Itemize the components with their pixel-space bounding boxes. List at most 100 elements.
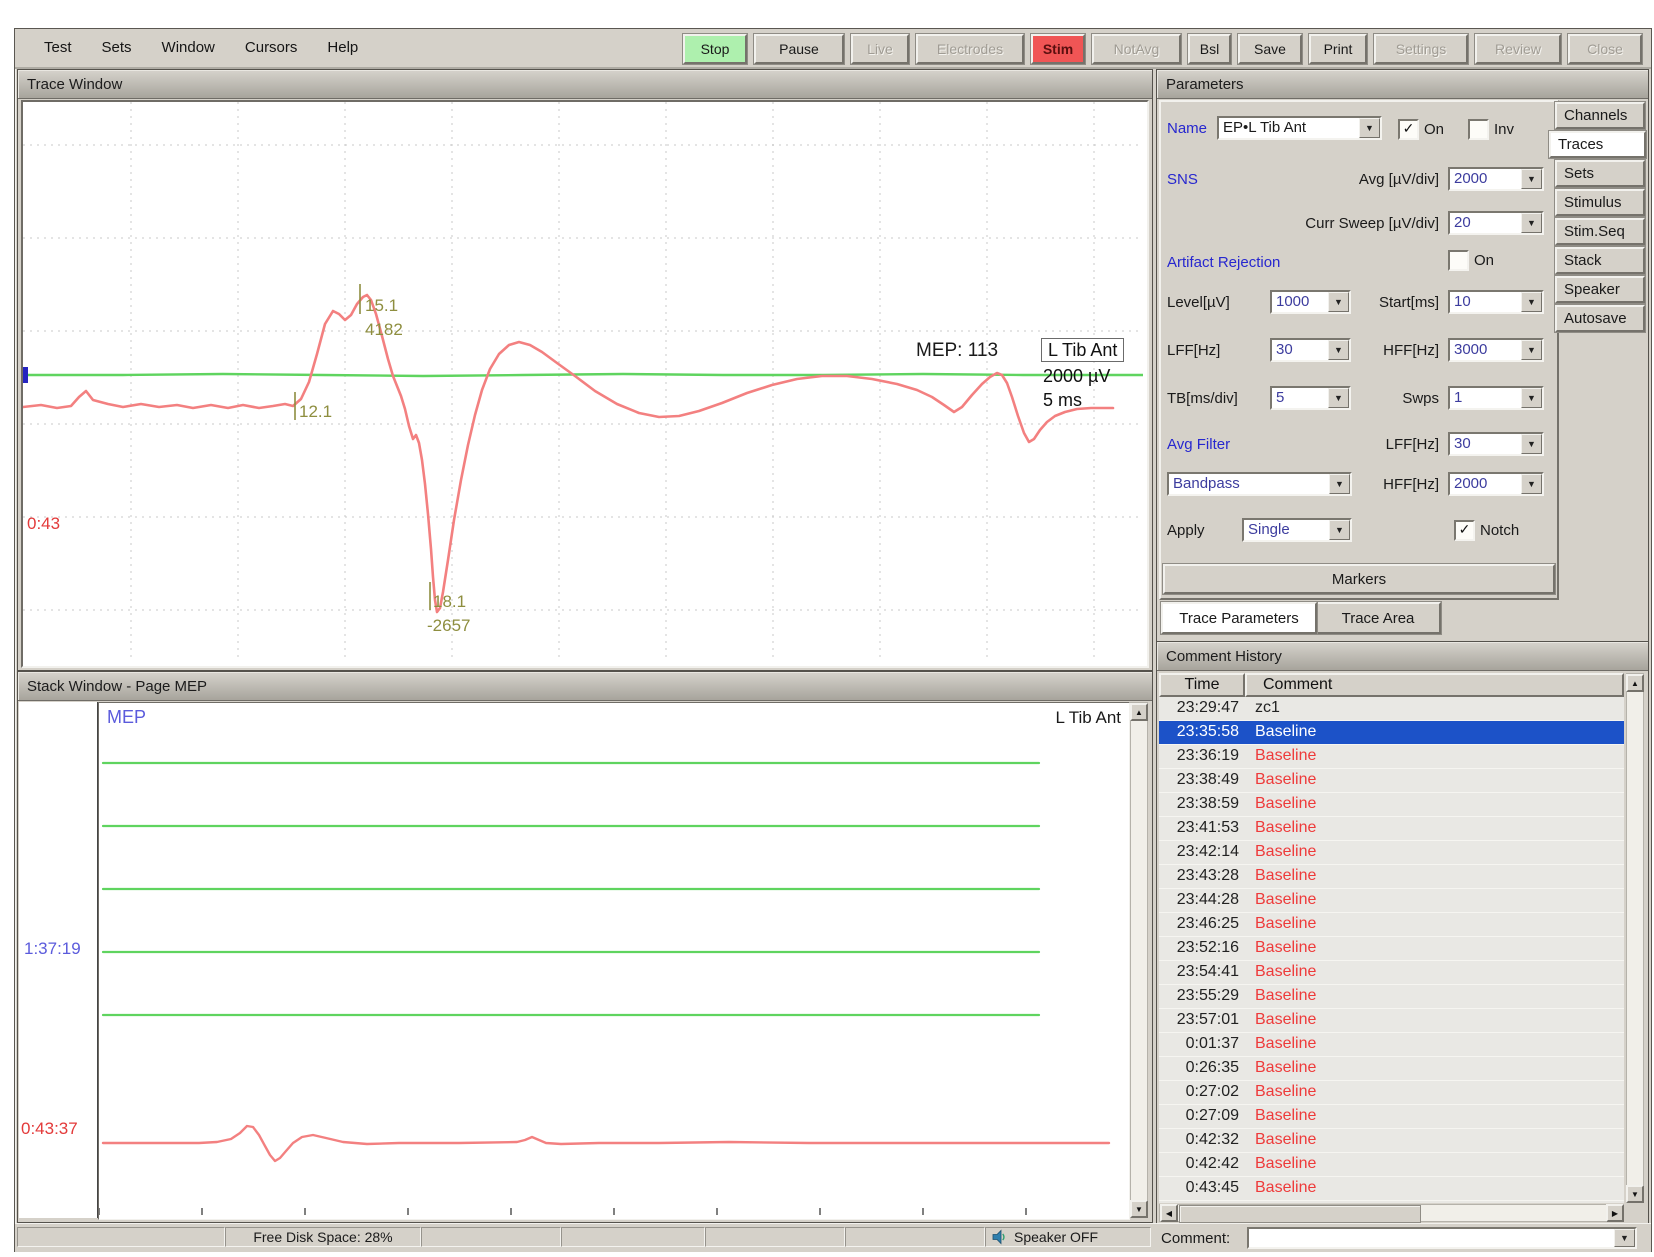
marker2-latency-label[interactable]: 15.1 [365,296,398,316]
parameters-titlebar[interactable]: Parameters [1157,70,1648,99]
markers-button[interactable]: Markers [1163,564,1555,594]
level-select[interactable]: 1000 ▼ [1270,290,1351,314]
tab-speaker[interactable]: Speaker [1555,276,1645,303]
comment-vertical-scrollbar[interactable]: ▲ ▼ [1626,673,1644,1203]
bsl-button[interactable]: Bsl [1188,34,1231,64]
dropdown-arrow-icon[interactable]: ▼ [1521,340,1542,360]
tab-trace-area[interactable]: Trace Area [1315,602,1441,634]
comment-row[interactable]: 23:38:49Baseline [1159,769,1624,793]
pause-button[interactable]: Pause [754,34,844,64]
comment-history-titlebar[interactable]: Comment History [1157,642,1648,671]
tab-sets[interactable]: Sets [1555,160,1645,187]
comment-row[interactable]: 0:42:32Baseline [1159,1129,1624,1153]
menu-cursors[interactable]: Cursors [230,29,313,56]
start-select[interactable]: 10 ▼ [1448,290,1544,314]
trace-window-titlebar[interactable]: Trace Window [18,70,1152,99]
timebase-select[interactable]: 5 ▼ [1270,386,1351,410]
dropdown-arrow-icon[interactable]: ▼ [1359,118,1380,138]
channel-name-select[interactable]: EP•L Tib Ant ▼ [1217,116,1382,140]
comment-row[interactable]: 0:26:35Baseline [1159,1057,1624,1081]
sweeps-label: Swps [1368,390,1439,407]
comment-row[interactable]: 23:42:14Baseline [1159,841,1624,865]
dropdown-arrow-icon[interactable]: ▼ [1521,292,1542,312]
stack-scrollbar[interactable]: ▲ ▼ [1130,702,1148,1218]
avg-filter-hff-select[interactable]: 2000 ▼ [1448,472,1544,496]
menu-bar: TestSetsWindowCursorsHelp StopPauseLiveE… [15,29,1651,69]
comment-column-header[interactable]: Comment [1245,673,1624,697]
menu-help[interactable]: Help [312,29,373,56]
comment-row[interactable]: 23:55:29Baseline [1159,985,1624,1009]
menu-sets[interactable]: Sets [87,29,147,56]
dropdown-arrow-icon[interactable]: ▼ [1521,474,1542,494]
marker1-latency-label[interactable]: 12.1 [299,402,332,422]
dropdown-arrow-icon[interactable]: ▼ [1329,474,1350,494]
comment-input[interactable]: ▼ [1247,1227,1637,1249]
tab-traces[interactable]: Traces [1549,131,1646,158]
avg-filter-type-select[interactable]: Bandpass ▼ [1167,472,1352,496]
scroll-left-icon[interactable]: ◀ [1160,1204,1178,1222]
dropdown-arrow-icon[interactable]: ▼ [1614,1229,1635,1247]
scroll-up-icon[interactable]: ▲ [1130,703,1148,721]
tab-stim-seq[interactable]: Stim.Seq [1555,218,1645,245]
scrollbar-thumb[interactable] [1179,1205,1421,1223]
dropdown-arrow-icon[interactable]: ▼ [1521,169,1542,189]
tab-channels[interactable]: Channels [1555,102,1645,129]
save-button[interactable]: Save [1238,34,1302,64]
tab-stack[interactable]: Stack [1555,247,1645,274]
speaker-status[interactable]: Speaker OFF [985,1227,1151,1247]
hff-select[interactable]: 3000 ▼ [1448,338,1544,362]
dropdown-arrow-icon[interactable]: ▼ [1329,520,1350,540]
stop-button[interactable]: Stop [683,34,747,64]
dropdown-arrow-icon[interactable]: ▼ [1328,292,1349,312]
comment-row[interactable]: 23:44:28Baseline [1159,889,1624,913]
tab-autosave[interactable]: Autosave [1555,305,1645,332]
comment-row[interactable]: 0:01:37Baseline [1159,1033,1624,1057]
dropdown-arrow-icon[interactable]: ▼ [1328,388,1349,408]
comment-row[interactable]: 23:29:47zc1 [1159,697,1624,721]
comment-row[interactable]: 23:36:19Baseline [1159,745,1624,769]
trace-plot[interactable]: 0:43 12.1 15.1 4182 18.1 -2657 MEP: 113 … [21,100,1149,668]
tab-stimulus[interactable]: Stimulus [1555,189,1645,216]
dropdown-arrow-icon[interactable]: ▼ [1521,213,1542,233]
comment-row[interactable]: 23:54:41Baseline [1159,961,1624,985]
comment-row[interactable]: 0:27:02Baseline [1159,1081,1624,1105]
time-column-header[interactable]: Time [1159,673,1245,697]
comment-row[interactable]: 0:27:09Baseline [1159,1105,1624,1129]
inv-checkbox[interactable]: ✓ [1468,119,1489,140]
scroll-right-icon[interactable]: ▶ [1606,1204,1624,1222]
marker3-latency-label[interactable]: 18.1 [433,592,466,612]
scroll-down-icon[interactable]: ▼ [1130,1200,1148,1218]
avg-per-div-select[interactable]: 2000 ▼ [1448,167,1544,191]
curr-sweep-select[interactable]: 20 ▼ [1448,211,1544,235]
artifact-on-checkbox[interactable]: ✓ [1448,250,1469,271]
comment-row[interactable]: 0:42:42Baseline [1159,1153,1624,1177]
menu-test[interactable]: Test [29,29,87,56]
stim-button[interactable]: Stim [1031,34,1085,64]
comment-row[interactable]: 0:43:45Baseline [1159,1177,1624,1201]
dropdown-arrow-icon[interactable]: ▼ [1328,340,1349,360]
scroll-up-icon[interactable]: ▲ [1626,674,1644,692]
comment-row[interactable]: 23:43:28Baseline [1159,865,1624,889]
avg-filter-lff-select[interactable]: 30 ▼ [1448,432,1544,456]
comment-row[interactable]: 23:35:58Baseline [1159,721,1624,745]
dropdown-arrow-icon[interactable]: ▼ [1521,434,1542,454]
menu-window[interactable]: Window [147,29,230,56]
comment-row[interactable]: 23:52:16Baseline [1159,937,1624,961]
stack-plot[interactable]: MEP L Tib Ant [98,702,1130,1220]
comment-horizontal-scrollbar[interactable]: ◀ ▶ [1159,1204,1624,1222]
comment-row[interactable]: 23:46:25Baseline [1159,913,1624,937]
stack-window-titlebar[interactable]: Stack Window - Page MEP [18,672,1152,701]
sweeps-select[interactable]: 1 ▼ [1448,386,1544,410]
dropdown-arrow-icon[interactable]: ▼ [1521,388,1542,408]
on-checkbox[interactable]: ✓ [1398,119,1419,140]
channel-name-box[interactable]: L Tib Ant [1041,338,1124,362]
notch-checkbox[interactable]: ✓ [1454,520,1475,541]
tab-trace-parameters[interactable]: Trace Parameters [1161,602,1317,634]
comment-row[interactable]: 23:41:53Baseline [1159,817,1624,841]
comment-row[interactable]: 23:57:01Baseline [1159,1009,1624,1033]
apply-select[interactable]: Single ▼ [1242,518,1352,542]
print-button[interactable]: Print [1309,34,1367,64]
scroll-down-icon[interactable]: ▼ [1626,1185,1644,1203]
comment-row[interactable]: 23:38:59Baseline [1159,793,1624,817]
lff-select[interactable]: 30 ▼ [1270,338,1351,362]
